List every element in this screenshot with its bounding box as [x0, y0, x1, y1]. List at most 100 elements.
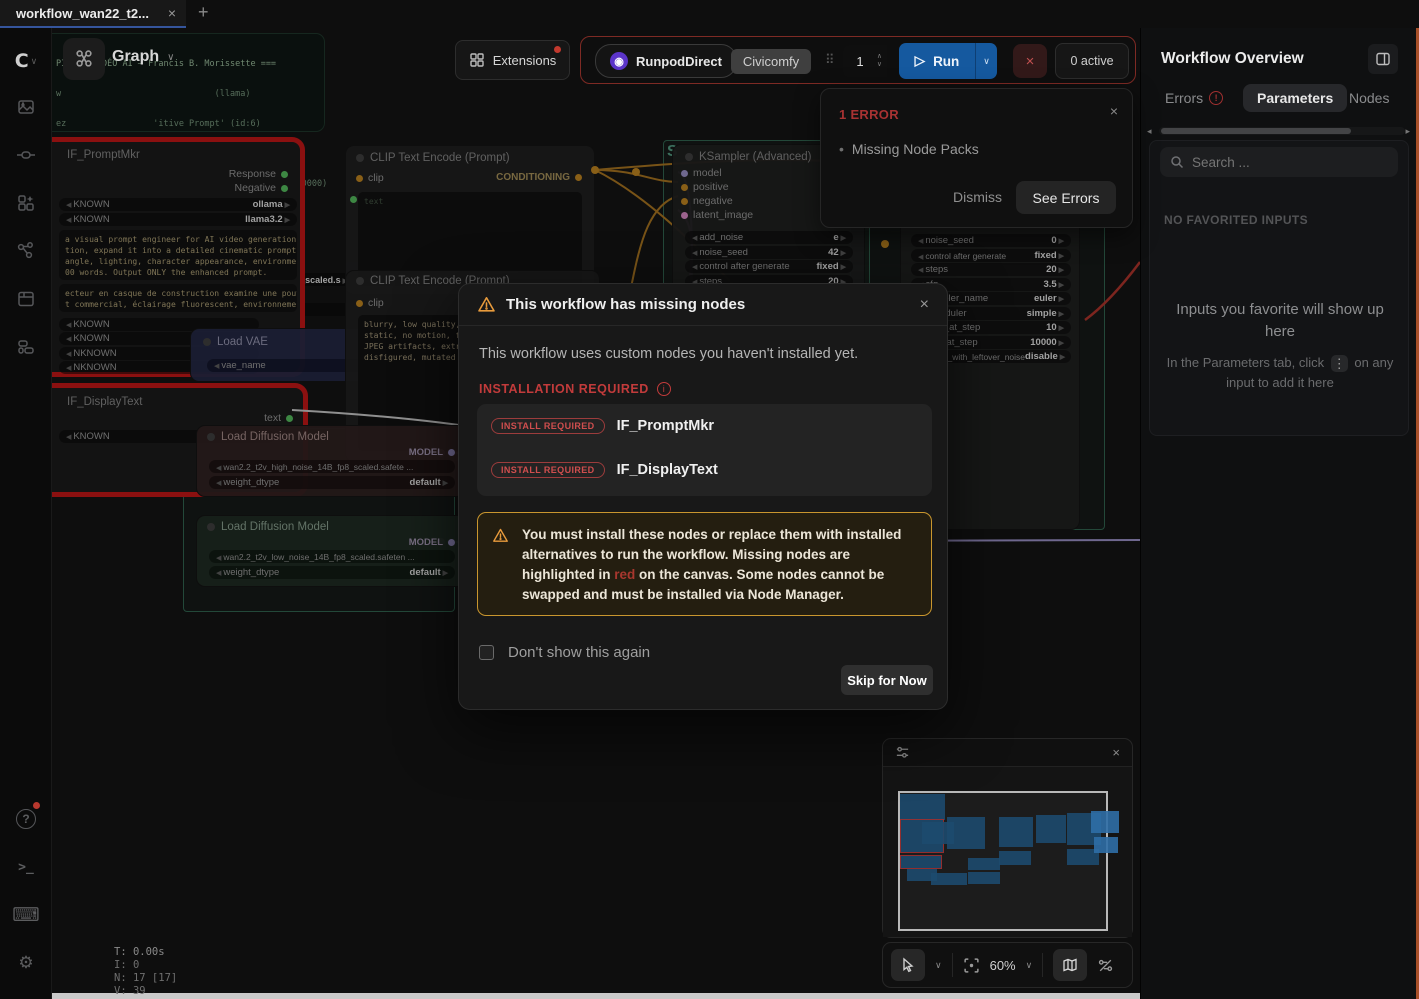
fit-view-icon[interactable] — [963, 957, 980, 974]
weight-dtype-widget[interactable]: weight_dtypedefault — [209, 566, 455, 579]
scroll-right-arrow[interactable]: ▸ — [1405, 126, 1410, 137]
panel-title: Workflow Overview — [1161, 50, 1304, 68]
new-tab-button[interactable]: + — [198, 2, 209, 23]
model-name-widget[interactable]: wan2.2_t2v_high_noise_14B_fp8_scaled.saf… — [209, 460, 455, 473]
settings-button[interactable]: ⚙ — [0, 948, 52, 978]
widget-row[interactable]: steps20 — [911, 263, 1071, 276]
minimap-canvas[interactable] — [883, 767, 1132, 937]
dont-show-checkbox[interactable] — [479, 645, 494, 660]
output-model[interactable]: MODEL — [409, 537, 455, 548]
map-icon — [1062, 957, 1078, 973]
chevron-down-icon: ∨ — [31, 56, 38, 67]
tab-parameters[interactable]: Parameters — [1243, 84, 1347, 112]
batch-count-value: 1 — [843, 54, 877, 69]
run-button[interactable]: ▷ Run — [899, 43, 975, 79]
scrollbar-thumb[interactable] — [1161, 128, 1351, 134]
input-positive[interactable]: positive — [681, 181, 729, 193]
modal-close-icon[interactable]: × — [920, 296, 929, 314]
keyboard-icon: ⌨ — [12, 904, 39, 927]
panel-toggle-button[interactable] — [1368, 44, 1398, 74]
toast-close-icon[interactable]: × — [1110, 103, 1118, 119]
tab-errors[interactable]: Errors ! — [1165, 90, 1223, 106]
run-options-button[interactable]: ∨ — [975, 43, 997, 79]
sidebar-item-assets[interactable] — [0, 92, 52, 122]
widget-row[interactable]: add_noisee — [685, 231, 853, 244]
modal-description: This workflow uses custom nodes you have… — [479, 346, 858, 362]
tab-nodes[interactable]: Nodes — [1349, 90, 1389, 106]
gear-icon: ⚙ — [18, 953, 33, 973]
input-negative[interactable]: negative — [681, 195, 733, 207]
tab-close-icon[interactable]: × — [168, 5, 176, 21]
help-button[interactable]: ? — [0, 804, 52, 834]
weight-dtype-widget[interactable]: weight_dtypedefault — [209, 476, 455, 489]
graph-view-button[interactable] — [63, 38, 105, 80]
sidebar-item-nodes-library[interactable] — [0, 140, 52, 170]
input-latent-image[interactable]: latent_image — [681, 209, 753, 221]
comfy-logo-menu[interactable]: C ∨ — [0, 46, 52, 76]
red-highlight-word: red — [614, 567, 635, 582]
cancel-run-button[interactable]: × — [1013, 44, 1047, 78]
section-label: INSTALLATION REQUIRED — [479, 382, 649, 396]
workflow-tab[interactable]: workflow_wan22_t2... × — [0, 0, 186, 28]
panel-layout-icon — [16, 289, 36, 309]
node-load-diffusion-low[interactable]: Load Diffusion Model MODEL wan2.2_t2v_lo… — [196, 515, 466, 587]
sidebar-item-models[interactable] — [0, 188, 52, 218]
minimap-panel: × — [882, 738, 1133, 938]
run-label: Run — [933, 54, 959, 69]
scroll-left-arrow[interactable]: ◂ — [1147, 126, 1152, 137]
stepper-up-icon[interactable]: ∧ — [877, 54, 882, 60]
skip-for-now-button[interactable]: Skip for Now — [841, 665, 933, 695]
node-title: KSampler (Advanced) — [699, 151, 812, 163]
widget-row[interactable]: noise_seed42 — [685, 246, 853, 259]
active-jobs-button[interactable]: 0 active — [1055, 43, 1129, 79]
terminal-button[interactable]: >_ — [0, 852, 52, 882]
info-icon: i — [657, 382, 671, 396]
toggle-links-icon[interactable] — [1097, 957, 1114, 974]
graph-breadcrumb[interactable]: Graph ∨ — [112, 48, 174, 66]
dismiss-button[interactable]: Dismiss — [953, 189, 1002, 205]
pipe-icon — [16, 145, 36, 165]
sidebar-item-layout[interactable] — [0, 284, 52, 314]
minimap-settings-icon[interactable] — [895, 745, 910, 760]
see-errors-button[interactable]: See Errors — [1016, 181, 1116, 214]
app-window: workflow_wan22_t2... × + C ∨ ? — [0, 0, 1419, 999]
zoom-level-value[interactable]: 60% — [990, 958, 1016, 973]
horizontal-scrollbar[interactable] — [1159, 127, 1405, 135]
civicomfy-button[interactable]: Civicomfy — [731, 49, 811, 74]
node-load-diffusion-high[interactable]: Load Diffusion Model MODEL wan2.2_t2v_hi… — [196, 425, 466, 497]
extensions-icon — [469, 52, 485, 68]
close-icon: × — [1026, 53, 1035, 70]
notification-dot — [33, 802, 40, 809]
drag-handle[interactable]: ⠿ — [825, 52, 835, 68]
output-model[interactable]: MODEL — [409, 447, 455, 458]
input-model[interactable]: model — [681, 167, 722, 179]
cursor-tool-button[interactable] — [891, 949, 925, 981]
shortcuts-button[interactable]: ⌨ — [0, 900, 52, 930]
widget-row[interactable]: control after generatefixed — [685, 260, 853, 273]
widget-row[interactable]: control after generatefixed — [911, 249, 1071, 262]
favorites-empty-title: Inputs you favorite will show up here — [1170, 299, 1390, 343]
extensions-button[interactable]: Extensions — [455, 40, 570, 80]
zoom-chevron[interactable]: ∨ — [1026, 960, 1033, 971]
minimap-toggle-button[interactable] — [1053, 949, 1087, 981]
dont-show-again-row[interactable]: Don't show this again — [479, 644, 650, 661]
sidebar-item-workflows-graph[interactable] — [0, 236, 52, 266]
runpod-provider-button[interactable]: ◉ RunpodDirect — [595, 44, 737, 78]
model-name-widget[interactable]: wan2.2_t2v_low_noise_14B_fp8_scaled.safe… — [209, 550, 455, 563]
search-box[interactable] — [1160, 147, 1398, 177]
modal-header: This workflow has missing nodes × — [459, 284, 947, 326]
civicomfy-label: Civicomfy — [743, 54, 799, 69]
cursor-tool-chevron[interactable]: ∨ — [935, 960, 942, 971]
see-errors-label: See Errors — [1033, 190, 1100, 206]
search-input[interactable] — [1192, 155, 1372, 170]
stepper-down-icon[interactable]: ∨ — [877, 62, 882, 68]
minimap-close-icon[interactable]: × — [1112, 745, 1120, 760]
batch-count-stepper[interactable]: 1 ∧ ∨ — [843, 45, 887, 77]
sidebar-item-templates[interactable] — [0, 332, 52, 362]
extensions-label: Extensions — [493, 53, 557, 68]
toast-error-item: •Missing Node Packs — [839, 141, 979, 157]
workflow-tab-title: workflow_wan22_t2... — [16, 6, 158, 21]
widget-row[interactable]: noise_seed0 — [911, 234, 1071, 247]
tab-parameters-label: Parameters — [1257, 90, 1333, 106]
node-graph-icon — [16, 241, 36, 261]
